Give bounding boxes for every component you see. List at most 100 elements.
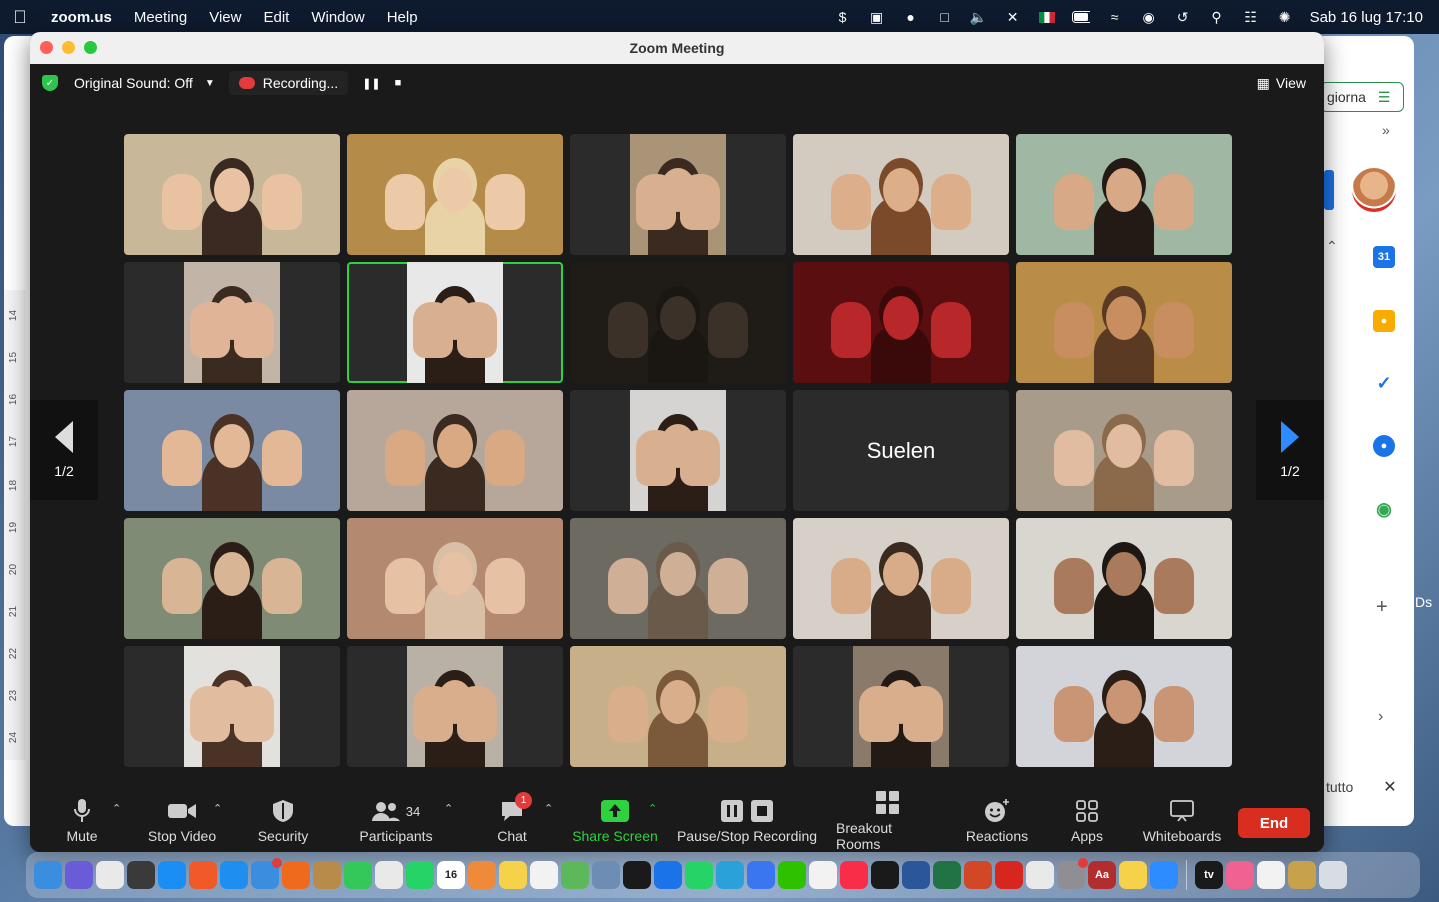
pause-recording-icon[interactable]: ❚❚ [362,77,380,90]
video-options-caret-icon[interactable]: ⌃ [213,802,222,815]
launchpad-icon[interactable] [96,861,124,889]
brave-icon[interactable] [189,861,217,889]
participant-tile[interactable] [570,262,786,383]
stop-video-button[interactable]: Stop Video [142,790,222,852]
apps-button[interactable]: Apps [1064,790,1110,852]
menu-meeting[interactable]: Meeting [123,9,198,26]
messages-icon[interactable] [344,861,372,889]
participant-tile[interactable] [793,518,1009,639]
google-tasks-icon[interactable]: ✓ [1373,372,1395,394]
chevron-down-icon[interactable]: ▼ [205,78,215,89]
excel-icon[interactable] [933,861,961,889]
recording-indicator[interactable]: Recording... [228,71,349,95]
fullscreen-window-button[interactable] [84,41,97,54]
zoom-status-icon[interactable]: ▣ [868,9,886,25]
menu-view[interactable]: View [198,9,252,26]
view-button[interactable]: ▦ View [1257,75,1306,92]
participant-tile[interactable] [124,646,340,767]
participant-tile[interactable] [347,134,563,255]
participant-tile[interactable] [1016,646,1232,767]
yoga-icon[interactable] [1026,861,1054,889]
screen-mirroring-icon[interactable]: □ [936,9,954,25]
whatsapp-icon[interactable] [685,861,713,889]
background-search-field[interactable]: giorna ☰ [1320,82,1404,112]
menu-app-name[interactable]: zoom.us [40,9,123,26]
participant-tile[interactable] [570,646,786,767]
menu-lines-icon[interactable]: ☰ [1378,89,1391,106]
menu-edit[interactable]: Edit [252,9,300,26]
original-sound-toggle[interactable]: Original Sound: Off [74,75,193,91]
previous-page-button[interactable]: 1/2 [30,400,98,500]
maps-icon[interactable] [561,861,589,889]
participant-tile[interactable] [124,262,340,383]
volume-icon[interactable]: 🔈 [970,9,988,25]
google-maps-icon[interactable]: ◉ [1373,498,1395,520]
security-button[interactable]: Security [250,790,316,852]
photos-icon[interactable] [809,861,837,889]
participant-tile[interactable] [1016,134,1232,255]
stickies-icon[interactable] [1119,861,1147,889]
google-keep-icon[interactable]: ● [1373,310,1395,332]
firefox-icon[interactable] [282,861,310,889]
participant-tile[interactable] [347,262,563,383]
signal-icon[interactable] [747,861,775,889]
chevron-double-right-icon[interactable]: » [1382,122,1390,138]
participant-tile[interactable] [793,134,1009,255]
control-center-icon[interactable]: ☷ [1242,9,1260,25]
reactions-button[interactable]: Reactions [962,790,1032,852]
app-store-icon[interactable] [158,861,186,889]
siri-menubar-icon[interactable]: ✺ [1276,9,1294,25]
binance-icon[interactable] [623,861,651,889]
shazam-icon[interactable] [654,861,682,889]
time-machine-icon[interactable]: ↺ [1174,9,1192,25]
chat-button[interactable]: 1 Chat [492,790,532,852]
calculator-icon[interactable] [127,861,155,889]
participant-tile[interactable] [1016,390,1232,511]
participant-tile[interactable] [793,646,1009,767]
close-window-button[interactable] [40,41,53,54]
dictionary-icon[interactable]: Aa [1088,861,1116,889]
system-preferences-icon[interactable] [1057,858,1088,889]
battery-icon[interactable] [1071,9,1090,25]
participant-tile[interactable] [570,390,786,511]
books-icon[interactable] [1226,861,1254,889]
avatar[interactable] [1352,168,1396,212]
mute-button[interactable]: Mute [60,790,104,852]
chat-options-caret-icon[interactable]: ⌃ [544,802,553,815]
whatsapp-business-icon[interactable] [406,861,434,889]
participant-tile[interactable]: Suelen [793,390,1009,511]
close-icon[interactable]: ✕ [1383,777,1396,797]
word-icon[interactable] [902,861,930,889]
chevron-right-icon[interactable]: › [1378,708,1383,726]
user-icon[interactable]: ◉ [1140,9,1158,25]
apple-menu-icon[interactable]:  [0,7,40,28]
participant-tile[interactable] [570,134,786,255]
reminders-icon[interactable] [530,861,558,889]
menubar-datetime[interactable]: Sab 16 lug 17:10 [1310,9,1423,26]
menu-window[interactable]: Window [300,9,375,26]
monitor-icon[interactable] [871,861,899,889]
next-page-button[interactable]: 1/2 [1256,400,1324,500]
share-screen-button[interactable]: Share Screen [570,790,660,852]
powerpoint-icon[interactable] [964,861,992,889]
participants-options-caret-icon[interactable]: ⌃ [444,802,453,815]
preview-icon[interactable] [592,861,620,889]
downloads-icon[interactable] [1288,861,1316,889]
wechat-icon[interactable] [778,861,806,889]
participant-tile[interactable] [124,134,340,255]
end-meeting-button[interactable]: End [1238,808,1310,838]
stop-recording-icon[interactable]: ■ [395,77,402,89]
audio-options-caret-icon[interactable]: ⌃ [112,802,121,815]
encryption-shield-icon[interactable]: ✓ [42,75,58,91]
music-icon[interactable] [840,861,868,889]
dollar-icon[interactable]: $ [834,9,852,25]
calendar-icon[interactable]: 16 [437,861,465,889]
wifi-icon[interactable]: ≈ [1106,9,1124,25]
participant-tile[interactable] [1016,262,1232,383]
notes-icon[interactable] [499,861,527,889]
share-options-caret-icon[interactable]: ⌃ [648,802,657,815]
photos-app-icon[interactable] [468,861,496,889]
notes-app-icon[interactable] [313,861,341,889]
google-contacts-icon[interactable]: ● [1373,435,1395,457]
participant-tile[interactable] [347,518,563,639]
